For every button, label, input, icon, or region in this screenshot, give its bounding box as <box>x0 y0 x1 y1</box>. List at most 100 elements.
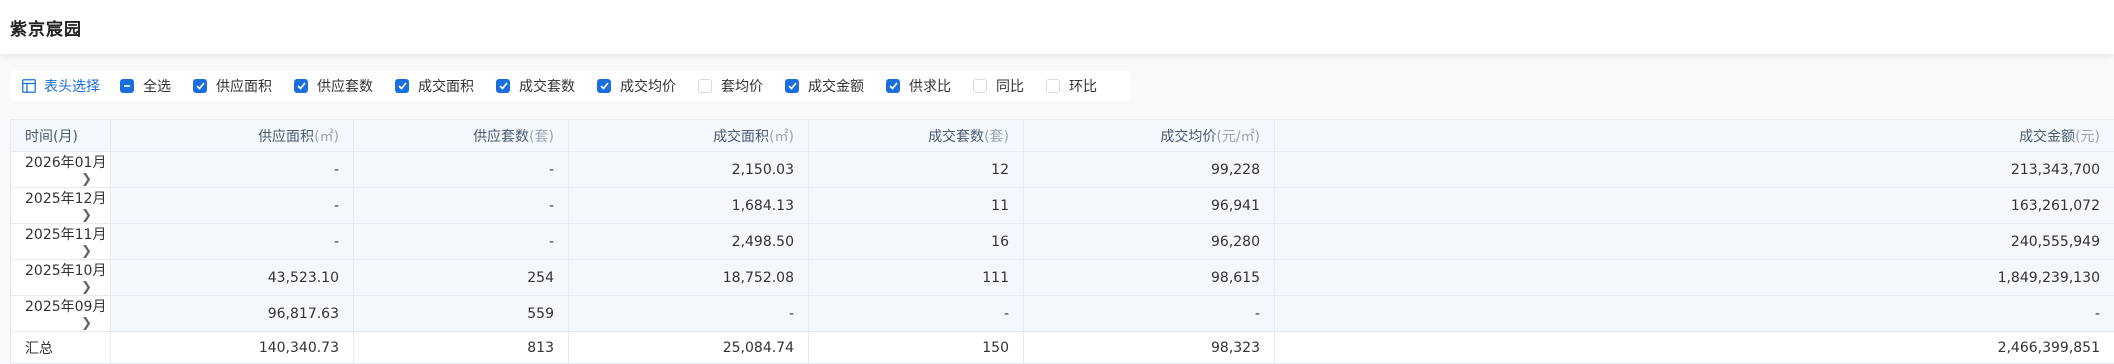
cell-supply-units: 254 <box>354 260 569 296</box>
column-option-label: 环比 <box>1069 76 1097 96</box>
column-option-checkbox[interactable]: 成交面积 <box>395 76 474 96</box>
column-option-checkbox[interactable]: 成交金额 <box>785 76 864 96</box>
cell-deal-units: 16 <box>809 224 1024 260</box>
cell-supply-area: - <box>111 152 354 188</box>
column-option-checkbox[interactable]: 成交均价 <box>597 76 676 96</box>
column-option-label: 成交套数 <box>519 76 575 96</box>
column-option-label: 成交金额 <box>808 76 864 96</box>
checkbox-empty-icon <box>973 79 987 93</box>
cell-month[interactable]: 2025年12月❯ <box>11 188 111 224</box>
check-icon <box>785 79 799 93</box>
summary-amount: 2,466,399,851 <box>1275 332 2114 364</box>
cell-avg-price: 96,941 <box>1024 188 1275 224</box>
cell-deal-units: 12 <box>809 152 1024 188</box>
column-header-amount[interactable]: 成交金额(元) <box>1275 120 2114 152</box>
table-row[interactable]: 2025年12月❯--1,684.131196,941163,261,072 <box>11 188 2114 224</box>
column-option-checkbox[interactable]: 成交套数 <box>496 76 575 96</box>
cell-deal-area: 1,684.13 <box>569 188 809 224</box>
cell-month[interactable]: 2026年01月❯ <box>11 152 111 188</box>
cell-supply-units: - <box>354 224 569 260</box>
column-option-checkbox[interactable]: 套均价 <box>698 76 763 96</box>
checkbox-empty-icon <box>1046 79 1060 93</box>
table-columns-icon <box>22 79 36 93</box>
column-header-supply-area[interactable]: 供应面积(㎡) <box>111 120 354 152</box>
indeterminate-icon <box>120 79 134 93</box>
column-option-checkbox[interactable]: 供应套数 <box>294 76 373 96</box>
cell-deal-area: - <box>569 296 809 332</box>
check-icon <box>193 79 207 93</box>
month-label: 2025年10月 <box>25 263 106 279</box>
column-option-label: 供应面积 <box>216 76 272 96</box>
cell-supply-units: - <box>354 188 569 224</box>
data-table: 时间(月) 供应面积(㎡) 供应套数(套) 成交面积(㎡) 成交套数(套) 成交… <box>10 119 2114 364</box>
column-option-checkbox[interactable]: 环比 <box>1046 76 1097 96</box>
cell-amount: 213,343,700 <box>1275 152 2114 188</box>
column-header-deal-units[interactable]: 成交套数(套) <box>809 120 1024 152</box>
chevron-right-icon[interactable]: ❯ <box>81 280 92 295</box>
checkbox-empty-icon <box>698 79 712 93</box>
table-row[interactable]: 2025年11月❯--2,498.501696,280240,555,949 <box>11 224 2114 260</box>
column-option-checkbox[interactable]: 供求比 <box>886 76 951 96</box>
cell-deal-units: - <box>809 296 1024 332</box>
column-option-label: 供求比 <box>909 76 951 96</box>
table-row[interactable]: 2025年10月❯43,523.1025418,752.0811198,6151… <box>11 260 2114 296</box>
cell-avg-price: 96,280 <box>1024 224 1275 260</box>
chevron-right-icon[interactable]: ❯ <box>81 316 92 331</box>
column-selector-toolbar: 表头选择 全选 供应面积 供应套数 成交面积 成交套数 成交均价 套均价 成交金额 供求比 同比… <box>10 71 1131 101</box>
cell-deal-units: 11 <box>809 188 1024 224</box>
page-title: 紫京宸园 <box>10 15 82 40</box>
table-row[interactable]: 2025年09月❯96,817.63559---- <box>11 296 2114 332</box>
month-label: 2025年11月 <box>25 227 106 243</box>
cell-supply-units: 559 <box>354 296 569 332</box>
month-label: 2025年09月 <box>25 299 106 315</box>
cell-deal-area: 18,752.08 <box>569 260 809 296</box>
summary-row: 汇总140,340.7381325,084.7415098,3232,466,3… <box>11 332 2114 364</box>
column-option-label: 成交面积 <box>418 76 474 96</box>
cell-amount: 1,849,239,130 <box>1275 260 2114 296</box>
header-select-button[interactable]: 表头选择 <box>22 76 100 96</box>
table-row[interactable]: 2026年01月❯--2,150.031299,228213,343,700 <box>11 152 2114 188</box>
cell-supply-area: - <box>111 224 354 260</box>
cell-supply-area: 96,817.63 <box>111 296 354 332</box>
cell-deal-units: 111 <box>809 260 1024 296</box>
column-option-label: 同比 <box>996 76 1024 96</box>
cell-avg-price: 98,615 <box>1024 260 1275 296</box>
header-select-label: 表头选择 <box>44 76 100 96</box>
summary-supply-area: 140,340.73 <box>111 332 354 364</box>
check-icon <box>597 79 611 93</box>
summary-deal-units: 150 <box>809 332 1024 364</box>
column-header-month[interactable]: 时间(月) <box>11 120 111 152</box>
month-label: 2026年01月 <box>25 155 106 171</box>
table-header-row: 时间(月) 供应面积(㎡) 供应套数(套) 成交面积(㎡) 成交套数(套) 成交… <box>11 120 2114 152</box>
check-icon <box>294 79 308 93</box>
cell-supply-units: - <box>354 152 569 188</box>
column-option-checkbox[interactable]: 供应面积 <box>193 76 272 96</box>
column-option-checkbox[interactable]: 同比 <box>973 76 1024 96</box>
chevron-right-icon[interactable]: ❯ <box>81 208 92 223</box>
check-icon <box>395 79 409 93</box>
summary-deal-area: 25,084.74 <box>569 332 809 364</box>
chevron-right-icon[interactable]: ❯ <box>81 172 92 187</box>
cell-amount: - <box>1275 296 2114 332</box>
cell-summary-label: 汇总 <box>11 332 111 364</box>
select-all-checkbox[interactable]: 全选 <box>120 76 171 96</box>
cell-month[interactable]: 2025年10月❯ <box>11 260 111 296</box>
cell-amount: 163,261,072 <box>1275 188 2114 224</box>
cell-month[interactable]: 2025年11月❯ <box>11 224 111 260</box>
column-header-supply-units[interactable]: 供应套数(套) <box>354 120 569 152</box>
cell-avg-price: 99,228 <box>1024 152 1275 188</box>
chevron-right-icon[interactable]: ❯ <box>81 244 92 259</box>
check-icon <box>886 79 900 93</box>
summary-avg-price: 98,323 <box>1024 332 1275 364</box>
column-header-deal-area[interactable]: 成交面积(㎡) <box>569 120 809 152</box>
column-header-avg-price[interactable]: 成交均价(元/㎡) <box>1024 120 1275 152</box>
summary-supply-units: 813 <box>354 332 569 364</box>
cell-deal-area: 2,498.50 <box>569 224 809 260</box>
page-header: 紫京宸园 <box>0 0 2114 54</box>
cell-supply-area: 43,523.10 <box>111 260 354 296</box>
cell-deal-area: 2,150.03 <box>569 152 809 188</box>
cell-avg-price: - <box>1024 296 1275 332</box>
cell-month[interactable]: 2025年09月❯ <box>11 296 111 332</box>
select-all-label: 全选 <box>143 76 171 96</box>
column-option-label: 套均价 <box>721 76 763 96</box>
